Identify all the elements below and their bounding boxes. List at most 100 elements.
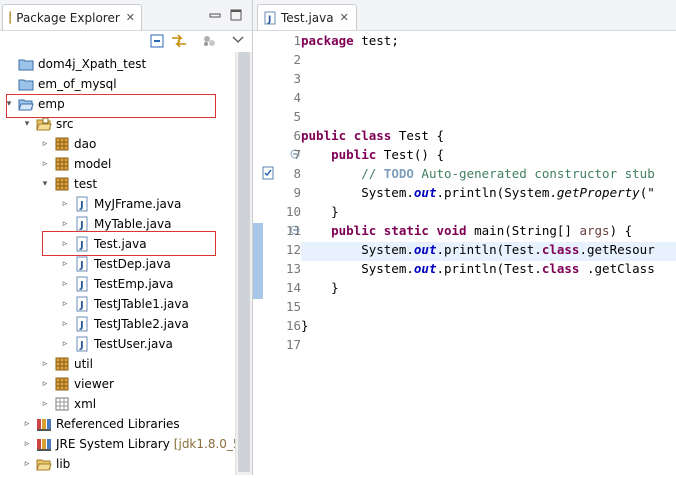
code-line[interactable]: System.out.println(Test.class .getClass [301,261,655,276]
code-line[interactable]: } [301,280,339,295]
code-line[interactable]: package test; [301,33,399,48]
tree-item-label: TestJTable1.java [94,297,189,311]
close-icon[interactable]: ✕ [340,11,349,24]
java-file-icon: J [74,296,90,312]
collapse-all-icon[interactable] [150,34,164,48]
collapsed-arrow-icon[interactable]: ▹ [60,274,70,294]
line-number: 16 [285,318,301,333]
view-menu-icon[interactable] [232,36,244,44]
expanded-arrow-icon[interactable]: ▾ [40,174,50,194]
code-line[interactable]: public Test() { [301,147,444,162]
collapsed-arrow-icon[interactable]: ▹ [40,134,50,154]
tree-item-label: Referenced Libraries [56,417,180,431]
svg-text:J: J [267,15,271,25]
collapsed-arrow-icon[interactable]: ▹ [60,334,70,354]
collapsed-arrow-icon[interactable]: ▹ [40,374,50,394]
collapsed-arrow-icon[interactable]: ▹ [22,454,32,474]
focus-icon[interactable] [202,34,216,48]
tree-item[interactable]: dom4j_Xpath_test [4,54,146,74]
line-number: 5 [293,109,301,124]
svg-text:J: J [79,340,84,351]
explorer-toolbar [0,30,252,52]
tree-item[interactable]: ▹ xml [40,394,96,414]
tree-item-label: TestEmp.java [94,277,174,291]
line-number: 9 [293,185,301,200]
java-file-icon: J [74,196,90,212]
close-icon[interactable]: ✕ [126,11,135,24]
package-explorer-icon [9,11,12,23]
collapsed-arrow-icon[interactable]: ▹ [60,254,70,274]
code-line[interactable]: } [301,204,339,219]
collapsed-arrow-icon[interactable]: ▹ [40,394,50,414]
library-icon [36,436,52,452]
java-file-icon: J [264,11,276,25]
package-icon [54,136,70,152]
package-icon [54,376,70,392]
package-icon [54,156,70,172]
tree-item[interactable]: ▹ util [40,354,93,374]
tree-item[interactable]: ▹ J MyJFrame.java [60,194,181,214]
collapsed-arrow-icon[interactable]: ▹ [60,194,70,214]
tree-item[interactable]: ▹ J TestUser.java [60,334,173,354]
tree-item[interactable]: ▹ J TestEmp.java [60,274,173,294]
minimize-icon[interactable] [208,8,222,22]
collapsed-arrow-icon[interactable]: ▹ [60,314,70,334]
package-explorer-view: Package Explorer ✕ dom4j_Xpath_test em_of… [0,0,253,475]
maximize-icon[interactable] [229,8,243,22]
tree-item-label: test [74,177,98,191]
tree-item-label: xml [74,397,97,411]
line-number: 14 [285,280,301,295]
tree-item[interactable]: ▹ Referenced Libraries [22,414,180,434]
tree-item-label: dom4j_Xpath_test [38,57,147,71]
line-number: 10 [285,204,301,219]
code-line[interactable]: System.out.println(System.getProperty(" [301,185,655,200]
tree-item-decoration: [jdk1.8.0_5 [173,437,241,451]
tree-item-label: model [74,157,112,171]
package-icon [54,176,70,192]
code-line[interactable]: public static void main(String[] args) { [301,223,632,238]
line-number: 2 [293,52,301,67]
collapsed-arrow-icon[interactable]: ▹ [40,354,50,374]
tree-item-label: MyJFrame.java [94,197,182,211]
tree-item-label: JRE System Library [56,437,170,451]
code-line[interactable]: } [301,318,309,333]
tree-item[interactable]: ▹ J TestJTable1.java [60,294,189,314]
tree-item[interactable]: em_of_mysql [4,74,117,94]
tree-item-label: viewer [74,377,114,391]
tree-item-label: em_of_mysql [38,77,117,91]
link-with-editor-icon[interactable] [171,34,187,48]
collapsed-arrow-icon[interactable]: ▹ [22,434,32,454]
tree-item[interactable]: ▹ JRE System Library [jdk1.8.0_5 [22,434,241,454]
tab-label: Package Explorer [16,10,120,25]
tab-package-explorer[interactable]: Package Explorer ✕ [2,4,142,30]
java-file-icon: J [74,256,90,272]
line-number: 15 [285,299,301,314]
line-number: 11 [285,223,301,238]
tree-item[interactable]: ▹ J TestDep.java [60,254,171,274]
code-line[interactable]: public class Test { [301,128,444,143]
line-number: 8 [293,166,301,181]
collapsed-arrow-icon[interactable]: ▹ [40,154,50,174]
java-file-icon: J [74,276,90,292]
collapsed-arrow-icon[interactable]: ▹ [22,414,32,434]
tree-item[interactable]: ▹ J TestJTable2.java [60,314,189,334]
tree-item-label: util [74,357,93,371]
java-file-icon: J [74,316,90,332]
code-line[interactable]: // TODO Auto-generated constructor stub [301,166,655,181]
tree-item[interactable]: ▹ lib [22,454,71,474]
tree-item[interactable]: ▹ viewer [40,374,114,394]
collapsed-arrow-icon[interactable]: ▹ [60,294,70,314]
tab-test-java[interactable]: J Test.java ✕ [257,4,357,30]
line-number: 13 [285,261,301,276]
tree-item[interactable]: ▹ model [40,154,112,174]
line-number: 4 [293,90,301,105]
line-number: 7 [293,147,301,162]
tree-item[interactable]: ▹ dao [40,134,97,154]
tree-item[interactable]: ▾ test [40,174,97,194]
folder-icon [36,456,52,472]
scrollbar-thumb[interactable] [238,52,250,472]
svg-text:J: J [79,260,84,271]
code-line[interactable]: System.out.println(Test.class.getResour [301,242,655,257]
explorer-scrollbar[interactable] [235,52,252,475]
svg-text:J: J [79,220,84,231]
